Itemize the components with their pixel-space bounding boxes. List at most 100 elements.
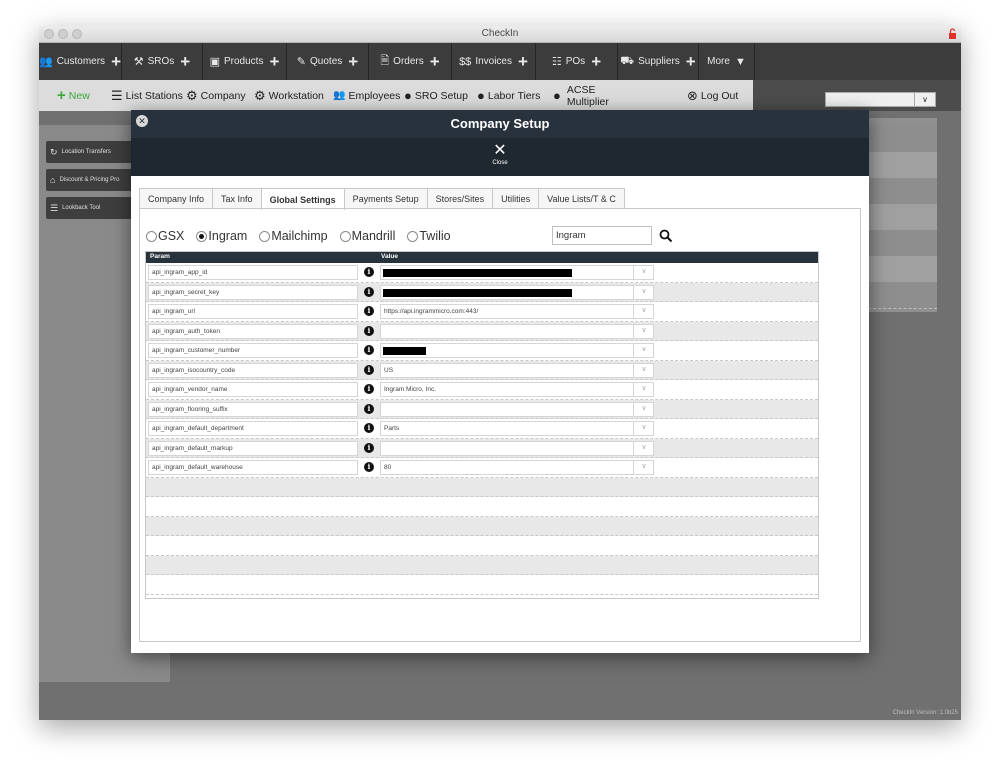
- nav-invoices[interactable]: $$ Invoices +: [452, 43, 536, 80]
- value-field[interactable]: Ingram Micro, Inc.: [380, 382, 654, 397]
- value-text: Parts: [384, 425, 400, 432]
- tab-global-settings[interactable]: Global Settings: [260, 188, 345, 210]
- nav-quotes[interactable]: ✎ Quotes +: [287, 43, 369, 80]
- close-circle-icon: ⊗: [687, 87, 698, 103]
- chevron-down-icon[interactable]: ∨: [633, 323, 654, 339]
- info-icon[interactable]: i: [364, 462, 374, 472]
- truck-icon: ⛟: [620, 54, 635, 67]
- close-button[interactable]: ✕ Close: [486, 143, 514, 173]
- background-dropdown[interactable]: ∨: [825, 92, 936, 107]
- info-icon[interactable]: i: [364, 345, 374, 355]
- add-order-plus-icon[interactable]: +: [430, 53, 440, 70]
- value-field[interactable]: [380, 265, 654, 280]
- tab-utilities[interactable]: Utilities: [492, 188, 540, 209]
- value-field[interactable]: 80: [380, 460, 654, 475]
- param-field[interactable]: api_ingram_default_department: [148, 421, 358, 436]
- nav-orders[interactable]: 🗎 Orders +: [369, 43, 452, 80]
- param-field[interactable]: api_ingram_auth_token: [148, 323, 358, 339]
- location-transfers-button[interactable]: ↻ Location Transfers: [46, 141, 136, 163]
- radio-mandrill[interactable]: Mandrill: [339, 229, 395, 243]
- search-icon[interactable]: [659, 229, 673, 243]
- radio-twilio[interactable]: Twilio: [407, 229, 451, 243]
- value-field[interactable]: [380, 323, 654, 339]
- add-quote-plus-icon[interactable]: +: [348, 53, 358, 70]
- radio-gsx[interactable]: GSX: [146, 229, 184, 243]
- param-field[interactable]: api_ingram_default_markup: [148, 440, 358, 456]
- add-invoice-plus-icon[interactable]: +: [518, 53, 528, 70]
- info-icon[interactable]: i: [364, 325, 374, 336]
- workstation-button[interactable]: ⚙ Workstation: [254, 80, 324, 111]
- tab-payments-setup[interactable]: Payments Setup: [343, 188, 428, 209]
- chevron-down-icon[interactable]: ∨: [633, 362, 654, 378]
- refresh-icon: ↻: [50, 146, 58, 157]
- info-icon[interactable]: i: [364, 306, 374, 316]
- info-icon[interactable]: i: [364, 364, 374, 375]
- window-title: CheckIn: [481, 28, 519, 39]
- value-field[interactable]: Parts: [380, 421, 654, 436]
- info-icon[interactable]: i: [364, 423, 374, 433]
- chevron-down-icon[interactable]: ∨: [633, 265, 654, 280]
- info-icon[interactable]: i: [364, 384, 374, 394]
- info-icon[interactable]: i: [364, 442, 374, 453]
- info-icon[interactable]: i: [364, 267, 374, 277]
- param-field[interactable]: api_ingram_isocountry_code: [148, 362, 358, 378]
- add-po-plus-icon[interactable]: +: [591, 53, 601, 70]
- add-product-plus-icon[interactable]: +: [269, 53, 279, 70]
- param-field[interactable]: api_ingram_vendor_name: [148, 382, 358, 397]
- value-field[interactable]: [380, 440, 654, 456]
- new-button[interactable]: + New: [57, 80, 90, 111]
- nav-suppliers[interactable]: ⛟ Suppliers +: [618, 43, 699, 80]
- labor-tiers-button[interactable]: ● Labor Tiers: [477, 80, 540, 111]
- table-row: api_ingram_auth_token i ∨: [146, 321, 818, 341]
- nav-customers[interactable]: 👥 Customers +: [39, 43, 122, 80]
- chevron-down-icon[interactable]: ∨: [633, 284, 654, 300]
- param-field[interactable]: api_ingram_customer_number: [148, 343, 358, 358]
- acse-multiplier-button[interactable]: ● ACSE Multiplier: [553, 80, 609, 111]
- nav-more[interactable]: More ▼: [699, 43, 755, 80]
- param-search-input[interactable]: [552, 226, 652, 245]
- background-list-row: [868, 152, 937, 179]
- chevron-down-icon[interactable]: ∨: [633, 440, 654, 456]
- param-field[interactable]: api_ingram_secret_key: [148, 284, 358, 300]
- add-supplier-plus-icon[interactable]: +: [686, 53, 696, 70]
- discount-pricing-button[interactable]: ⌂ Discount & Pricing Pro: [46, 169, 136, 191]
- radio-ingram[interactable]: Ingram: [196, 229, 247, 243]
- param-field[interactable]: api_ingram_app_id: [148, 265, 358, 280]
- tab-company-info[interactable]: Company Info: [139, 188, 214, 209]
- chevron-down-icon[interactable]: ∨: [633, 460, 654, 475]
- param-field[interactable]: api_ingram_default_warehouse: [148, 460, 358, 475]
- chevron-down-icon[interactable]: ∨: [633, 421, 654, 436]
- employees-button[interactable]: 👥 Employees: [333, 80, 400, 111]
- add-customer-plus-icon[interactable]: +: [111, 53, 121, 70]
- nav-pos[interactable]: ☷ POs +: [536, 43, 618, 80]
- add-sro-plus-icon[interactable]: +: [180, 53, 190, 70]
- tab-value-lists[interactable]: Value Lists/T & C: [538, 188, 625, 209]
- lookback-tool-button[interactable]: ☰ Lookback Tool: [46, 197, 136, 219]
- value-field[interactable]: [380, 401, 654, 417]
- sro-setup-button[interactable]: ● SRO Setup: [404, 80, 468, 111]
- chevron-down-icon[interactable]: ∨: [633, 304, 654, 319]
- background-list-row: [868, 256, 937, 283]
- tab-stores-sites[interactable]: Stores/Sites: [426, 188, 494, 209]
- chevron-down-icon[interactable]: ∨: [633, 343, 654, 358]
- logout-button[interactable]: ⊗ Log Out: [687, 80, 738, 111]
- param-field[interactable]: api_ingram_url: [148, 304, 358, 319]
- nav-products[interactable]: ▣ Products +: [203, 43, 287, 80]
- value-field[interactable]: [380, 284, 654, 300]
- info-icon[interactable]: i: [364, 286, 374, 297]
- value-field[interactable]: https://api.ingrammicro.com:443/: [380, 304, 654, 319]
- radio-circle: [259, 230, 271, 242]
- param-field[interactable]: api_ingram_flooring_suffix: [148, 401, 358, 417]
- table-row: api_ingram_customer_number i ∨: [146, 341, 818, 361]
- nav-sros[interactable]: ⚒ SROs +: [122, 43, 203, 80]
- value-field[interactable]: US: [380, 362, 654, 378]
- list-stations-button[interactable]: ☰ List Stations: [111, 80, 183, 111]
- radio-mailchimp[interactable]: Mailchimp: [259, 229, 328, 243]
- tab-tax-info[interactable]: Tax Info: [212, 188, 262, 209]
- chevron-down-icon[interactable]: ∨: [633, 401, 654, 417]
- chevron-down-icon[interactable]: ∨: [633, 382, 654, 397]
- info-icon[interactable]: i: [364, 403, 374, 414]
- building-icon: ⌂: [50, 175, 56, 185]
- company-button[interactable]: ⚙ Company: [186, 80, 246, 111]
- value-field[interactable]: [380, 343, 654, 358]
